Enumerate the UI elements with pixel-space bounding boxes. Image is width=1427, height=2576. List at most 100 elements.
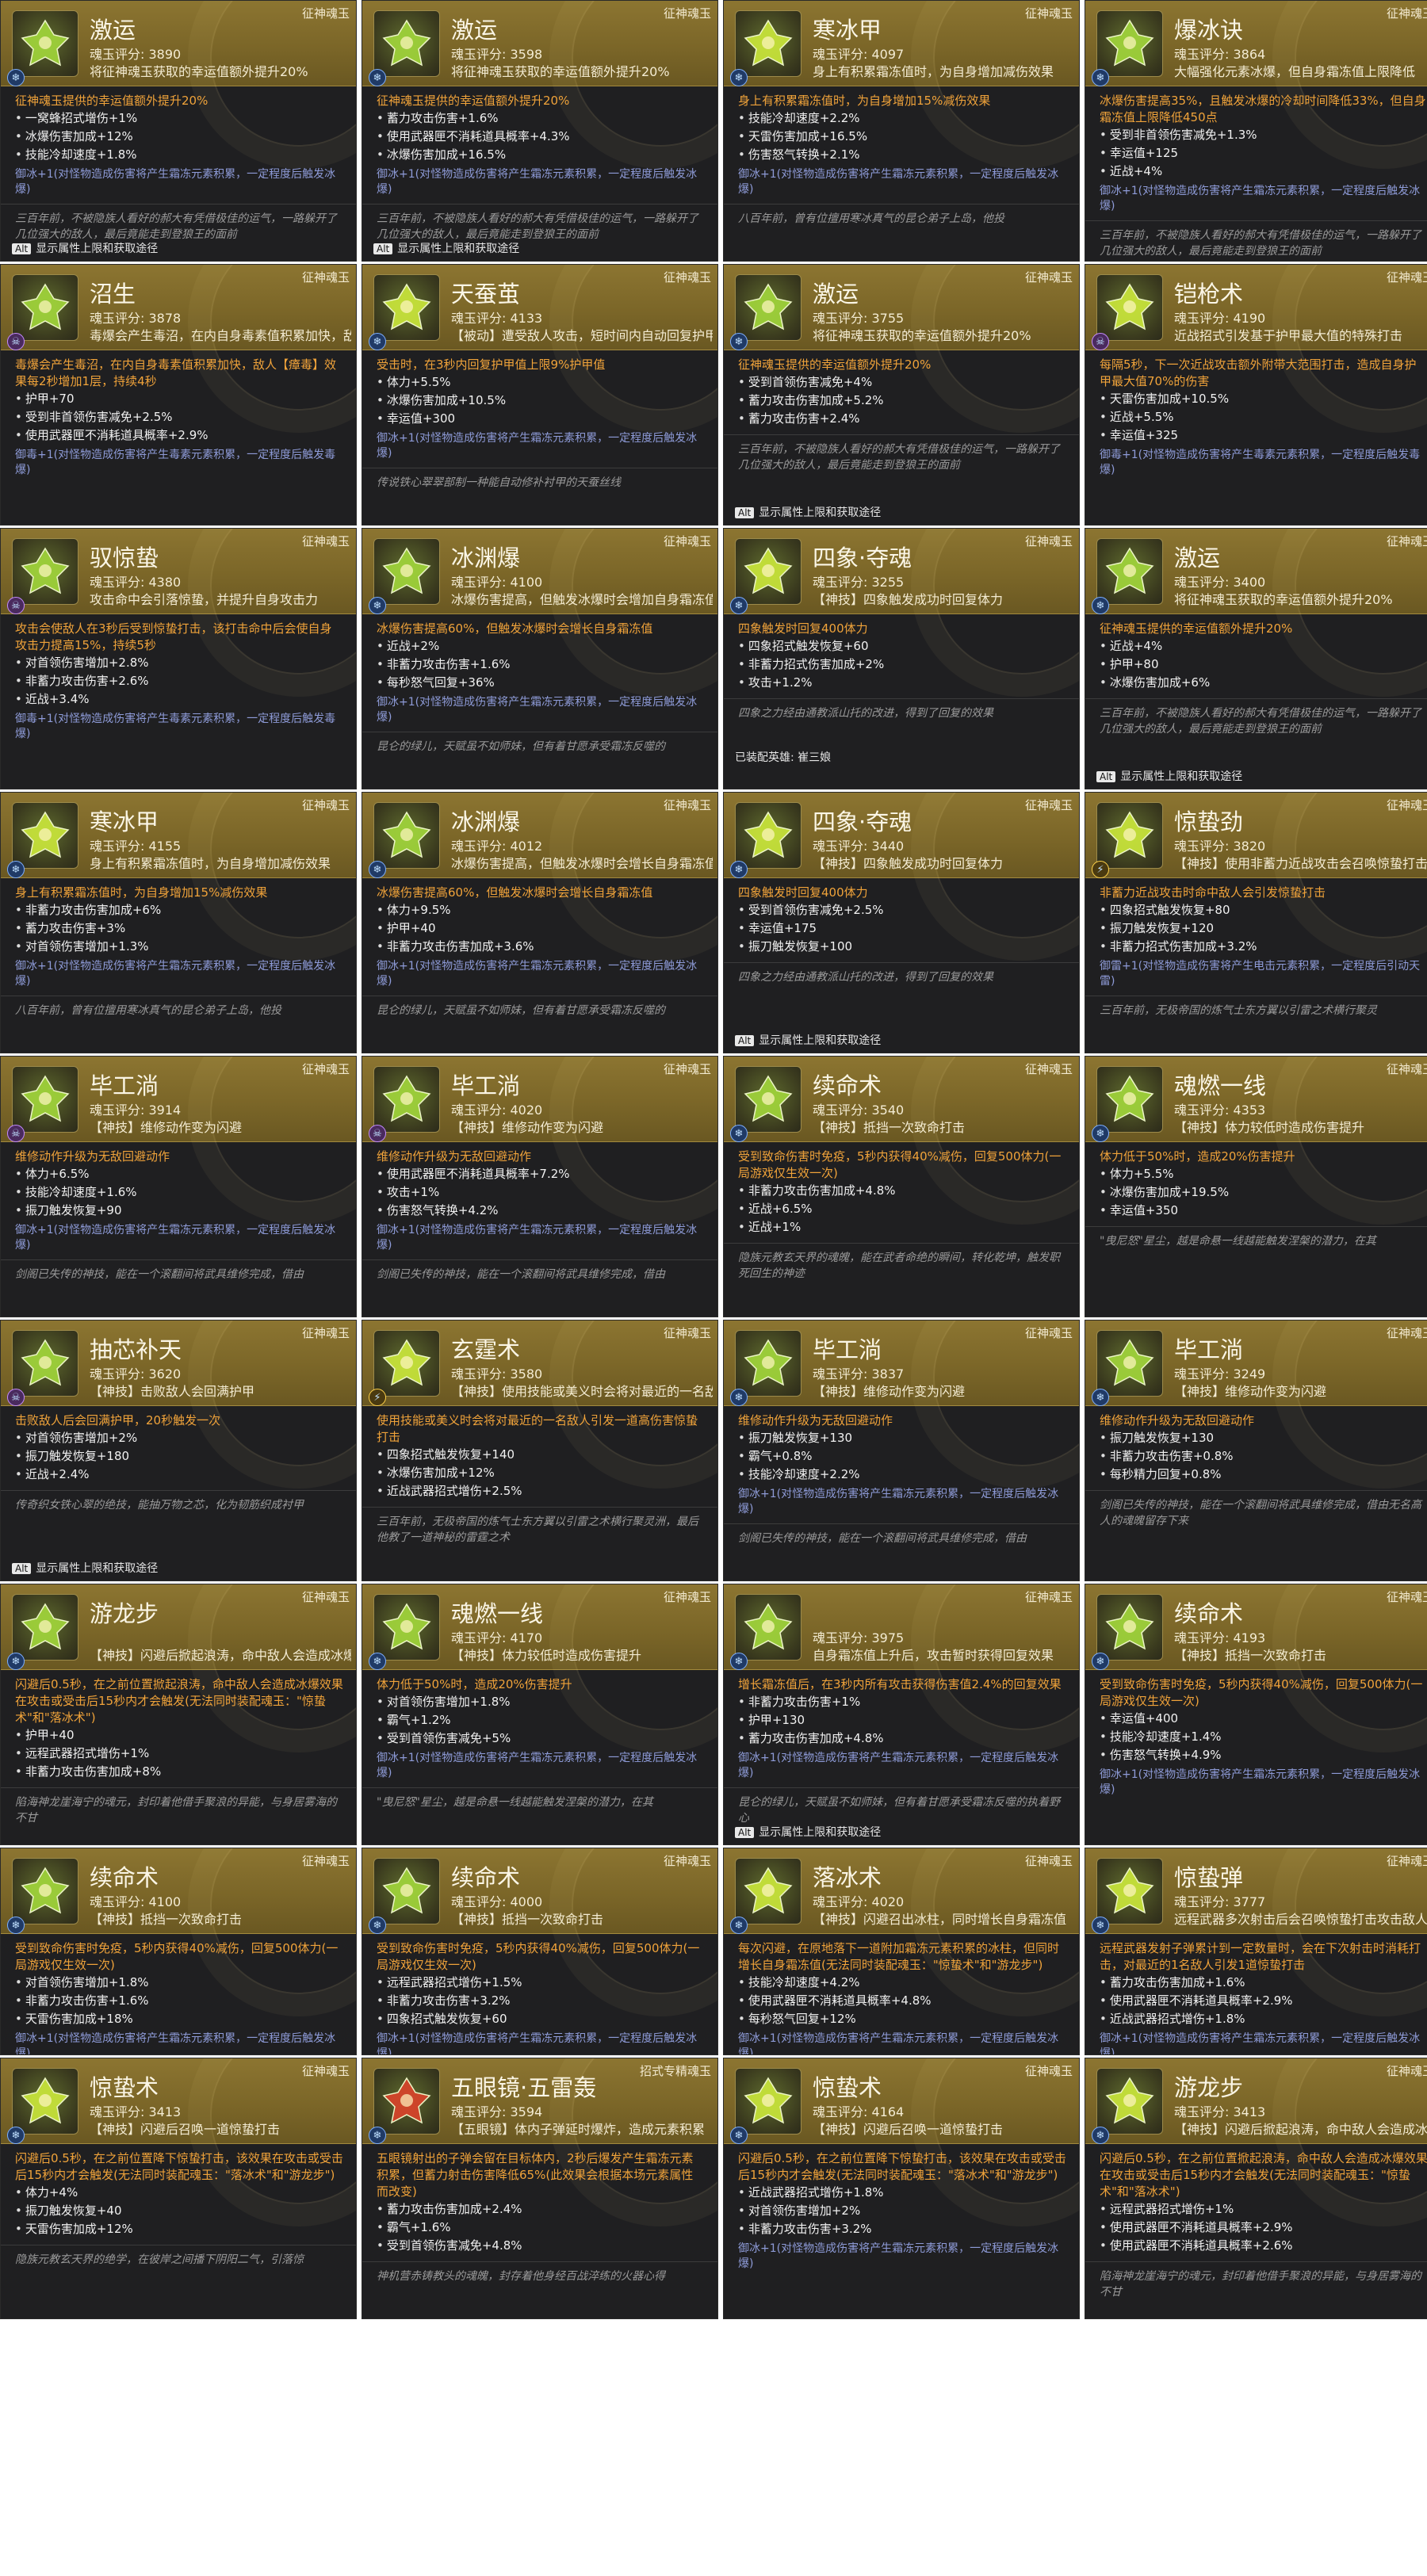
soul-jade-card[interactable]: 征神魂玉 ⚡ 玄霆术魂玉评分: 3580 【神技】使用技能或美义时会将对最近的一名敌人… <box>362 1320 718 1581</box>
soul-jade-icon <box>373 1594 440 1661</box>
soul-jade-card[interactable]: 征神魂玉 ❄ 续命术 魂玉评分: 3540 【神技】抵挡一次致命打击 受到致命伤害时免疫，… <box>723 1056 1080 1317</box>
soul-jade-icon <box>1096 538 1163 605</box>
alt-footer[interactable]: Alt 显示属性上限和获取途径 <box>12 240 158 256</box>
card-body: 受到致命伤害时免疫，5秒内获得40%减伤，回复500体力(一局游戏仅生效一次) 对… <box>1 1937 356 2054</box>
alt-footer[interactable]: Alt 显示属性上限和获取途径 <box>735 1824 881 1840</box>
alt-footer[interactable]: Alt 显示属性上限和获取途径 <box>735 504 881 520</box>
card-body: 每隔5秒，下一次近战攻击额外附带大范围打击，造成自身护甲最大值70%的伤害天雷伤… <box>1085 354 1427 478</box>
passive-effect: 维修动作升级为无敌回避动作 <box>377 1149 532 1164</box>
soul-jade-card[interactable]: 征神魂玉 ❄ 毕工淌 魂玉评分: 3837 【神技】维修动作变为闪避 维修动作升级为无敌回… <box>723 1320 1080 1581</box>
divider <box>724 434 1079 435</box>
soul-jade-card[interactable]: 征神魂玉 ❄ 四象·夺魂 魂玉评分: 3440 【神技】四象触发成功时回复体力 四象触发时… <box>723 792 1080 1053</box>
frost-element-icon: ❄ <box>369 1653 386 1670</box>
jade-name: 冰渊爆 <box>451 808 521 835</box>
score-value: 3820 <box>1233 839 1266 854</box>
stat-line: 护甲+80 <box>1100 655 1427 674</box>
soul-jade-card[interactable]: 征神魂玉 ❄ 惊蛰术 魂玉评分: 4164 【神技】闪避后召唤一道惊蛰打击 闪避后0.5秒… <box>723 2058 1080 2319</box>
soul-jade-card[interactable]: 征神魂玉 ❄ 魂燃一线 魂玉评分: 4170 【神技】体力较低时造成伤害提升 体力低于50… <box>362 1584 718 1845</box>
alt-footer[interactable]: Alt 显示属性上限和获取途径 <box>12 1560 158 1576</box>
soul-jade-card[interactable]: 征神魂玉 ❄ 续命术魂玉评分: 4193 【神技】抵挡一次致命打击受到致命伤害时免疫，… <box>1085 1584 1427 1845</box>
soul-jade-card[interactable]: 征神魂玉 ❄ 冰渊爆 魂玉评分: 4012 冰爆伤害提高，但触发冰爆时会增长自身霜冻值冰… <box>362 792 718 1053</box>
soul-jade-card[interactable]: 征神魂玉 ❄ 激运 魂玉评分: 3598 将征神魂玉获取的幸运值额外提升20% 征神魂玉提… <box>362 0 718 262</box>
soul-jade-card[interactable]: 征神魂玉 ❄ 激运 魂玉评分: 3890 将征神魂玉获取的幸运值额外提升20% 征神魂玉提… <box>0 0 357 262</box>
card-header: 征神魂玉 ❄ 毕工淌 魂玉评分: 3837 【神技】维修动作变为闪避 <box>724 1320 1079 1466</box>
soul-jade-card[interactable]: 征神魂玉 ☠ 抽芯补天 魂玉评分: 3620 【神技】击败敌人会回满护甲 击败敌人后会回满… <box>0 1320 357 1581</box>
card-body: 受到致命伤害时免疫，5秒内获得40%减伤，回复500体力(一局游戏仅生效一次) 远… <box>362 1937 717 2055</box>
passive-effect: 维修动作升级为无敌回避动作 <box>15 1149 170 1164</box>
soul-jade-card[interactable]: 征神魂玉 ❄ 寒冰甲 魂玉评分: 4097 身上有积累霜冻值时，为自身增加减伤效果 身上有… <box>723 0 1080 262</box>
jade-score: 魂玉评分: 3413 <box>1174 2101 1265 2120</box>
passive-effect: 征神魂玉提供的幸运值额外提升20% <box>1100 621 1293 636</box>
jade-short-desc: 【神技】体力较低时造成伤害提升 <box>451 1648 642 1663</box>
soul-jade-card[interactable]: 征神魂玉 ❄ 毕工淌魂玉评分: 3249 【神技】维修动作变为闪避维修动作升级为无敌回… <box>1085 1320 1427 1581</box>
soul-jade-card[interactable]: 招式专精魂玉 ❄ 五眼镜·五雷轰 魂玉评分: 3594 【五眼镜】体内子弹延时爆炸，造成… <box>362 2058 718 2319</box>
soul-jade-card[interactable]: 征神魂玉 ❄ 激运 魂玉评分: 3755 将征神魂玉获取的幸运值额外提升20% 征神魂玉提… <box>723 264 1080 526</box>
alt-key: Alt <box>735 507 755 518</box>
stat-line: 每秒精力回复+0.8% <box>1100 1466 1427 1484</box>
score-value: 3620 <box>148 1366 182 1382</box>
jade-name: 落冰术 <box>813 1864 882 1891</box>
frost-element-icon: ❄ <box>369 597 386 614</box>
stat-line: 体力+9.5% <box>377 901 705 919</box>
soul-jade-card[interactable]: 征神魂玉 ❄ 魂燃一线魂玉评分: 4353 【神技】体力较低时造成伤害提升体力低于50… <box>1085 1056 1427 1317</box>
stat-line: 远程武器招式增伤+1% <box>15 1745 343 1763</box>
card-header: 征神魂玉 ❄ 冰渊爆 魂玉评分: 4012 冰爆伤害提高，但触发冰爆时会增长自身霜冻值 <box>362 793 717 938</box>
card-header: 征神魂玉 ❄ 落冰术 魂玉评分: 4020 【神技】闪避召出冰柱，同时增长自身霜冻值 <box>724 1848 1079 1994</box>
soul-jade-card[interactable]: 征神魂玉❄爆冰诀魂玉评分: 3864大幅强化元素冰爆，但自身霜冻值上限降低冰爆伤… <box>1085 0 1427 262</box>
stat-line: 非蓄力攻击伤害加成+3.6% <box>377 938 705 956</box>
card-type-tag: 征神魂玉 <box>663 534 711 548</box>
soul-jade-card[interactable]: 征神魂玉 ❄ 激运魂玉评分: 3400 将征神魂玉获取的幸运值额外提升20% 征神魂玉提… <box>1085 528 1427 789</box>
stat-line: 天雷伤害加成+12% <box>15 2220 343 2238</box>
soul-jade-card[interactable]: 征神魂玉☠铠枪术魂玉评分: 4190近战招式引发基于护甲最大值的特殊打击每隔5秒… <box>1085 264 1427 526</box>
stat-line: 对首领伤害增加+2% <box>738 2202 1066 2220</box>
divider <box>362 1507 717 1508</box>
element-hint: 御冰+1(对怪物造成伤害将产生霜冻元素积累，一定程度后触发冰爆) <box>377 1752 698 1779</box>
jade-name: 激运 <box>813 281 859 308</box>
element-hint: 御雷+1(对怪物造成伤害将产生电击元素积累，一定程度后引动天雷) <box>1100 960 1421 988</box>
soul-jade-card[interactable]: 征神魂玉 ❄ 落冰术 魂玉评分: 4020 【神技】闪避召出冰柱，同时增长自身霜冻值 每次… <box>723 1848 1080 2055</box>
element-hint: 御冰+1(对怪物造成伤害将产生霜冻元素积累，一定程度后触发冰爆) <box>377 2032 698 2055</box>
stat-line: 非蓄力攻击伤害加成+4.8% <box>738 1182 1066 1200</box>
soul-jade-card[interactable]: 征神魂玉 ❄ 四象·夺魂 魂玉评分: 3255 【神技】四象触发成功时回复体力 四象触发时… <box>723 528 1080 789</box>
soul-jade-card[interactable]: 征神魂玉 ❄ 天蚕茧 魂玉评分: 4133 【被动】遭受敌人攻击，短时间内自动回复护甲值… <box>362 264 718 526</box>
stat-line: 使用武器匣不消耗道具概率+2.9% <box>15 426 343 445</box>
soul-jade-card[interactable]: 征神魂玉 ❄ 游龙步魂玉评分: 3413 【神技】闪避后掀起浪涛，命中敌人会造成冰爆闪… <box>1085 2058 1427 2319</box>
stat-line: 幸运值+400 <box>1100 1710 1427 1728</box>
score-value: 3598 <box>510 47 543 62</box>
alt-footer[interactable]: Alt 显示属性上限和获取途径 <box>735 1032 881 1048</box>
soul-jade-icon <box>373 538 440 605</box>
stat-line: 天雷伤害加成+16.5% <box>738 128 1066 146</box>
jade-score: 魂玉评分: 4170 <box>451 1627 542 1646</box>
soul-jade-card[interactable]: 征神魂玉 ☠ 驭惊蛰 魂玉评分: 4380 攻击命中会引落惊蛰，并提升自身攻击力 攻击会使… <box>0 528 357 789</box>
soul-jade-card[interactable]: 征神魂玉 ☠ 毕工淌 魂玉评分: 3914 【神技】维修动作变为闪避 维修动作升级为无敌回… <box>0 1056 357 1317</box>
soul-jade-card[interactable]: 征神魂玉 ❄ 魂玉评分: 3975 自身霜冻值上升后，攻击暂时获得回复效果 增长霜冻值后… <box>723 1584 1080 1845</box>
soul-jade-card[interactable]: 征神魂玉 ⚡ 惊蛰劲魂玉评分: 3820 【神技】使用非蓄力近战攻击会召唤惊蛰打击非蓄… <box>1085 792 1427 1053</box>
stat-line: 蓄力攻击伤害+2.4% <box>738 410 1066 428</box>
frost-element-icon: ❄ <box>369 861 386 878</box>
soul-jade-card[interactable]: 征神魂玉 ❄ 续命术 魂玉评分: 4100 【神技】抵挡一次致命打击 受到致命伤害时免疫，… <box>0 1848 357 2055</box>
jade-score: 魂玉评分: 4193 <box>1174 1627 1265 1646</box>
soul-jade-card[interactable]: 征神魂玉 ❄ 惊蛰术 魂玉评分: 3413 【神技】闪避后召唤一道惊蛰打击 闪避后0.5秒… <box>0 2058 357 2319</box>
divider <box>724 1243 1079 1244</box>
soul-jade-icon <box>12 1066 78 1133</box>
soul-jade-card[interactable]: 征神魂玉☠沼生魂玉评分: 3878毒爆会产生毒沼，在内自身毒素值积累加快，敌人【… <box>0 264 357 526</box>
jade-short-desc: 大幅强化元素冰爆，但自身霜冻值上限降低 <box>1174 64 1416 79</box>
soul-jade-card[interactable]: 征神魂玉 ☠ 毕工淌 魂玉评分: 4020 【神技】维修动作变为闪避 维修动作升级为无敌回… <box>362 1056 718 1317</box>
card-body: 体力低于50%时，造成20%伤害提升体力+5.5%冰爆伤害加成+19.5%幸运值… <box>1085 1145 1427 1249</box>
soul-jade-card[interactable]: 征神魂玉 ❄ 寒冰甲 魂玉评分: 4155 身上有积累霜冻值时，为自身增加减伤效果 身上有… <box>0 792 357 1053</box>
alt-footer[interactable]: Alt 显示属性上限和获取途径 <box>373 240 519 256</box>
frost-element-icon: ❄ <box>730 861 748 878</box>
card-body: 征神魂玉提供的幸运值额外提升20%受到首领伤害减免+4%蓄力攻击伤害加成+5.2… <box>724 354 1079 473</box>
stat-line: 对首领伤害增加+2% <box>15 1429 343 1447</box>
soul-jade-card[interactable]: 征神魂玉 ❄ 游龙步 【神技】闪避后掀起浪涛，命中敌人会造成冰爆 闪避后0.5秒，在之前… <box>0 1584 357 1845</box>
soul-jade-card[interactable]: 征神魂玉 ❄ 冰渊爆 魂玉评分: 4100 冰爆伤害提高，但触发冰爆时会增加自身霜冻值冰… <box>362 528 718 789</box>
card-header: 征神魂玉 ☠ 毕工淌 魂玉评分: 4020 【神技】维修动作变为闪避 <box>362 1057 717 1202</box>
card-type-tag: 征神魂玉 <box>663 798 711 812</box>
passive-effect: 受到致命伤害时免疫，5秒内获得40%减伤，回复500体力(一局游戏仅生效一次) <box>377 1941 700 1972</box>
score-label: 魂玉评分: <box>90 1894 149 1909</box>
soul-jade-card[interactable]: 征神魂玉 ❄ 惊蛰弹魂玉评分: 3777 远程武器多次射击后会召唤惊蛰打击攻击敌人远程… <box>1085 1848 1427 2055</box>
element-hint: 御冰+1(对怪物造成伤害将产生霜冻元素积累，一定程度后触发冰爆) <box>1100 1768 1421 1796</box>
stat-line: 非蓄力攻击伤害+3.2% <box>738 2220 1066 2238</box>
alt-footer[interactable]: Alt 显示属性上限和获取途径 <box>1096 768 1242 784</box>
soul-jade-card[interactable]: 征神魂玉 ❄ 续命术 魂玉评分: 4000 【神技】抵挡一次致命打击 受到致命伤害时免疫，… <box>362 1848 718 2055</box>
